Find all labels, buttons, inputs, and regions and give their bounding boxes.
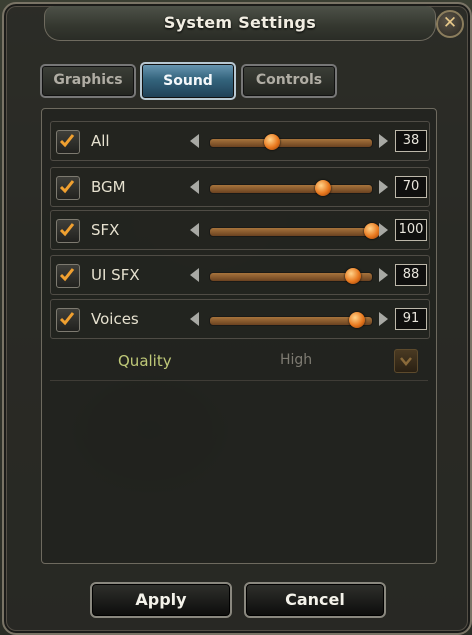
arrow-right-icon[interactable]: [375, 132, 391, 150]
volume-value[interactable]: 38: [395, 130, 427, 152]
arrow-left-icon[interactable]: [187, 132, 203, 150]
volume-slider[interactable]: [209, 268, 373, 284]
arrow-left-icon[interactable]: [187, 266, 203, 284]
arrow-left-icon[interactable]: [187, 221, 203, 239]
arrow-right-icon[interactable]: [375, 266, 391, 284]
volume-slider[interactable]: [209, 312, 373, 328]
checkbox-ui-sfx[interactable]: [56, 264, 80, 288]
volume-slider[interactable]: [209, 180, 373, 196]
checkmark-icon: [59, 223, 75, 237]
checkmark-icon: [59, 180, 75, 194]
row-label: All: [91, 132, 110, 150]
volume-slider[interactable]: [209, 134, 373, 150]
settings-window: System Settings ✕ Graphics Sound Control…: [2, 2, 472, 635]
quality-row: Quality High: [50, 342, 428, 381]
arrow-right-icon[interactable]: [375, 178, 391, 196]
checkmark-icon: [59, 312, 75, 326]
slider-thumb[interactable]: [344, 268, 361, 284]
chevron-down-icon: [400, 357, 412, 366]
sound-row-all: All 38: [50, 121, 430, 161]
volume-value[interactable]: 88: [395, 264, 427, 286]
checkbox-bgm[interactable]: [56, 176, 80, 200]
checkmark-icon: [59, 268, 75, 282]
close-icon[interactable]: ✕: [436, 10, 464, 38]
apply-button[interactable]: Apply: [90, 582, 232, 618]
volume-value[interactable]: 91: [395, 308, 427, 330]
checkbox-sfx[interactable]: [56, 219, 80, 243]
volume-value[interactable]: 100: [395, 219, 427, 241]
row-label: Voices: [91, 310, 139, 328]
sound-row-sfx: SFX 100: [50, 210, 430, 250]
window-title: System Settings: [163, 13, 317, 32]
arrow-right-icon[interactable]: [375, 310, 391, 328]
arrow-left-icon[interactable]: [187, 310, 203, 328]
arrow-left-icon[interactable]: [187, 178, 203, 196]
row-label: SFX: [91, 221, 120, 239]
tab-sound[interactable]: Sound: [140, 62, 236, 100]
checkbox-voices[interactable]: [56, 308, 80, 332]
quality-label: Quality: [118, 352, 172, 370]
slider-thumb[interactable]: [263, 134, 280, 150]
volume-slider[interactable]: [209, 223, 380, 239]
row-label: BGM: [91, 178, 126, 196]
sound-row-voices: Voices 91: [50, 299, 430, 339]
sound-row-ui-sfx: UI SFX 88: [50, 255, 430, 295]
quality-select[interactable]: High: [280, 352, 312, 368]
cancel-button[interactable]: Cancel: [244, 582, 386, 618]
sound-panel: All 38 BGM 70 SFX 100 UI SFX 88 Voices 9…: [41, 108, 437, 564]
volume-value[interactable]: 70: [395, 176, 427, 198]
checkbox-all[interactable]: [56, 130, 80, 154]
arrow-right-icon[interactable]: [375, 221, 391, 239]
sound-row-bgm: BGM 70: [50, 167, 430, 207]
row-label: UI SFX: [91, 266, 140, 284]
slider-thumb[interactable]: [349, 312, 366, 328]
tab-controls[interactable]: Controls: [241, 64, 337, 98]
checkmark-icon: [59, 134, 75, 148]
dropdown-button[interactable]: [394, 349, 418, 373]
slider-thumb[interactable]: [315, 180, 332, 196]
tab-graphics[interactable]: Graphics: [40, 64, 136, 98]
title-bar[interactable]: System Settings: [44, 6, 436, 41]
